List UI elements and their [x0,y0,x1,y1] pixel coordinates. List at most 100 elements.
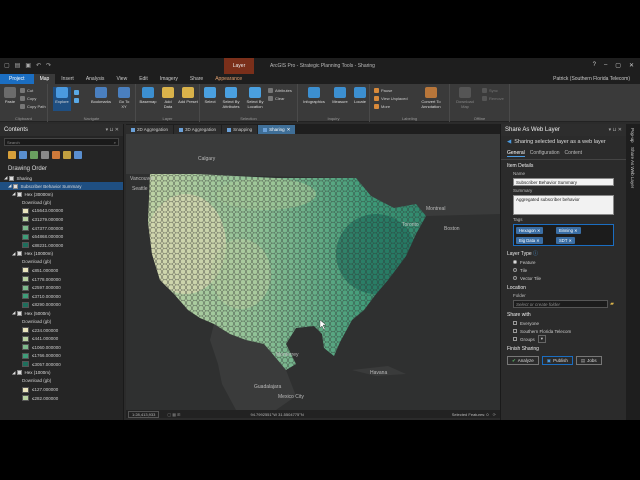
maximize-icon[interactable]: ▢ [615,62,621,69]
groups-dropdown-icon[interactable]: ▾ [537,335,547,343]
share-option[interactable]: Southern Florida Telecom [501,327,626,335]
tags-field[interactable]: Hexagon ✕ Binning ✕ Big Data ✕ SDT ✕ [513,224,614,246]
legend-item[interactable]: ≤15643.000000 [0,207,123,216]
close-tab-icon[interactable]: ✕ [287,125,291,134]
tab-imagery[interactable]: Imagery [154,74,184,84]
view-tab-snapping[interactable]: Snapping [222,125,258,134]
legend-item[interactable]: ≤1060.000000 [0,343,123,352]
tab-insert[interactable]: Insert [55,74,80,84]
map-node[interactable]: ◢ Sharing [0,174,123,182]
list-by-labeling-icon[interactable] [63,151,71,159]
folder-combobox[interactable]: Select or create folder [513,300,609,308]
select-by-location-button[interactable]: Select By Location [244,87,266,109]
list-by-source-icon[interactable] [19,151,27,159]
paste-button[interactable]: Paste [3,87,17,104]
download-map-button[interactable]: Download Map [452,87,478,109]
radio-tile[interactable] [513,268,517,272]
folder-icon[interactable]: ▰ [610,301,614,307]
remove-tag-icon[interactable]: ✕ [537,228,541,233]
tab-map[interactable]: Map [33,74,56,84]
info-icon[interactable]: ⓘ [533,251,538,257]
side-tab-share-as-web-layer[interactable]: Share As Web Layer [630,147,635,188]
view-unplaced-button[interactable]: View Unplaced [374,96,408,101]
legend-item[interactable]: ≤3710.000000 [0,292,123,301]
legend-item[interactable]: ≤127.000000 [0,385,123,394]
view-tab-3d-aggregation[interactable]: 3D Aggregation [174,125,222,134]
remove-tag-icon[interactable]: ✕ [568,238,572,243]
tab-appearance[interactable]: Appearance [209,74,248,84]
share-option[interactable]: Everyone [501,319,626,327]
tab-view[interactable]: View [110,74,133,84]
view-tab-sharing[interactable]: Sharing ✕ [258,125,296,134]
infographics-button[interactable]: Infographics [300,87,328,104]
share-option[interactable]: Groups ▾ [501,335,626,343]
tag-chip[interactable]: Binning ✕ [556,227,581,234]
remove-tag-icon[interactable]: ✕ [536,238,540,243]
name-field[interactable]: Subscriber Behavior Summary [513,178,614,186]
organization-checkbox[interactable] [513,329,517,333]
zoom-in-icon[interactable] [74,98,79,103]
attributes-button[interactable]: Attributes [268,88,292,93]
list-by-selection-icon[interactable] [30,151,38,159]
layer-visibility-checkbox[interactable] [17,370,23,376]
layer-node[interactable]: ◢ Hex (5000m) [0,309,123,317]
view-tab-2d-aggregation[interactable]: 2D Aggregation [126,125,174,134]
measure-button[interactable]: Measure [330,87,350,104]
layer-visibility-checkbox[interactable] [17,191,23,197]
layer-type-option[interactable]: Vector Tile [501,274,626,282]
layer-visibility-checkbox[interactable] [17,310,23,316]
list-by-editing-icon[interactable] [41,151,49,159]
list-by-snapping-icon[interactable] [52,151,60,159]
tag-chip[interactable]: SDT ✕ [556,237,575,244]
add-preset-button[interactable]: Add Preset [178,87,198,104]
refresh-icon[interactable]: ⟳ [493,412,496,417]
copy-path-button[interactable]: Copy Path [20,104,46,109]
scale-selector[interactable]: 1:28,413,933 [128,410,160,418]
side-tab-popup[interactable]: Pop-up [630,128,635,143]
map-visibility-checkbox[interactable] [9,175,15,181]
radio-vector-tile[interactable] [513,276,517,280]
copy-button[interactable]: Copy [20,96,36,101]
tab-content[interactable]: Content [565,150,583,157]
map-canvas[interactable]: Calgary Vancouver Seattle Toronto Montre… [126,134,500,410]
legend-item[interactable]: ≤8290.000000 [0,301,123,310]
explore-button[interactable]: Explore [53,87,71,111]
minimize-icon[interactable]: – [604,62,607,69]
more-button[interactable]: More [374,104,390,109]
locate-button[interactable]: Locate [352,87,368,104]
user-account[interactable]: Patrick (Southern Florida Telecom) [553,76,630,82]
pane-close-icon[interactable]: ▾ ⊔ ✕ [106,124,119,136]
radio-feature[interactable] [513,260,517,264]
tab-project[interactable]: Project [0,74,34,84]
layer-node[interactable]: ◢ Hex (1000m) [0,369,123,377]
convert-to-annotation-button[interactable]: Convert To Annotation [416,87,446,109]
legend-item[interactable]: ≤441.000000 [0,334,123,343]
tab-analysis[interactable]: Analysis [80,74,111,84]
remove-tag-icon[interactable]: ✕ [574,228,578,233]
legend-item[interactable]: ≤1778.000000 [0,275,123,284]
groups-checkbox[interactable] [513,337,517,341]
layer-node[interactable]: ◢ Hex (30000m) [0,190,123,198]
remove-button[interactable]: Remove [482,96,504,101]
publish-button[interactable]: ▣ Publish [541,356,573,365]
summary-field[interactable]: Aggregated subscriber behavior [513,195,614,215]
layer-type-option[interactable]: Tile [501,266,626,274]
tab-share[interactable]: Share [184,74,209,84]
redo-icon[interactable]: ↷ [46,62,51,69]
pane-close-icon[interactable]: ▾ ⊔ ✕ [609,124,622,136]
add-data-button[interactable]: Add Data [160,87,176,109]
undo-icon[interactable]: ↶ [36,62,41,69]
legend-item[interactable]: ≤47377.000000 [0,224,123,233]
legend-item[interactable]: ≤31279.000000 [0,215,123,224]
layer-type-option[interactable]: Feature [501,258,626,266]
go-to-xy-button[interactable]: Go To XY [116,87,132,109]
help-icon[interactable]: ? [593,62,596,69]
tab-edit[interactable]: Edit [133,74,154,84]
sync-button[interactable]: Sync [482,88,498,93]
view-toggle-icons[interactable]: ▢ ▦ ⊞ [167,412,180,417]
jobs-button[interactable]: ▤ Jobs [575,356,602,365]
tag-chip[interactable]: Hexagon ✕ [516,227,544,234]
legend-item[interactable]: ≤88231.000000 [0,241,123,250]
tab-configuration[interactable]: Configuration [530,150,560,157]
layer-visibility-checkbox[interactable] [17,251,23,257]
